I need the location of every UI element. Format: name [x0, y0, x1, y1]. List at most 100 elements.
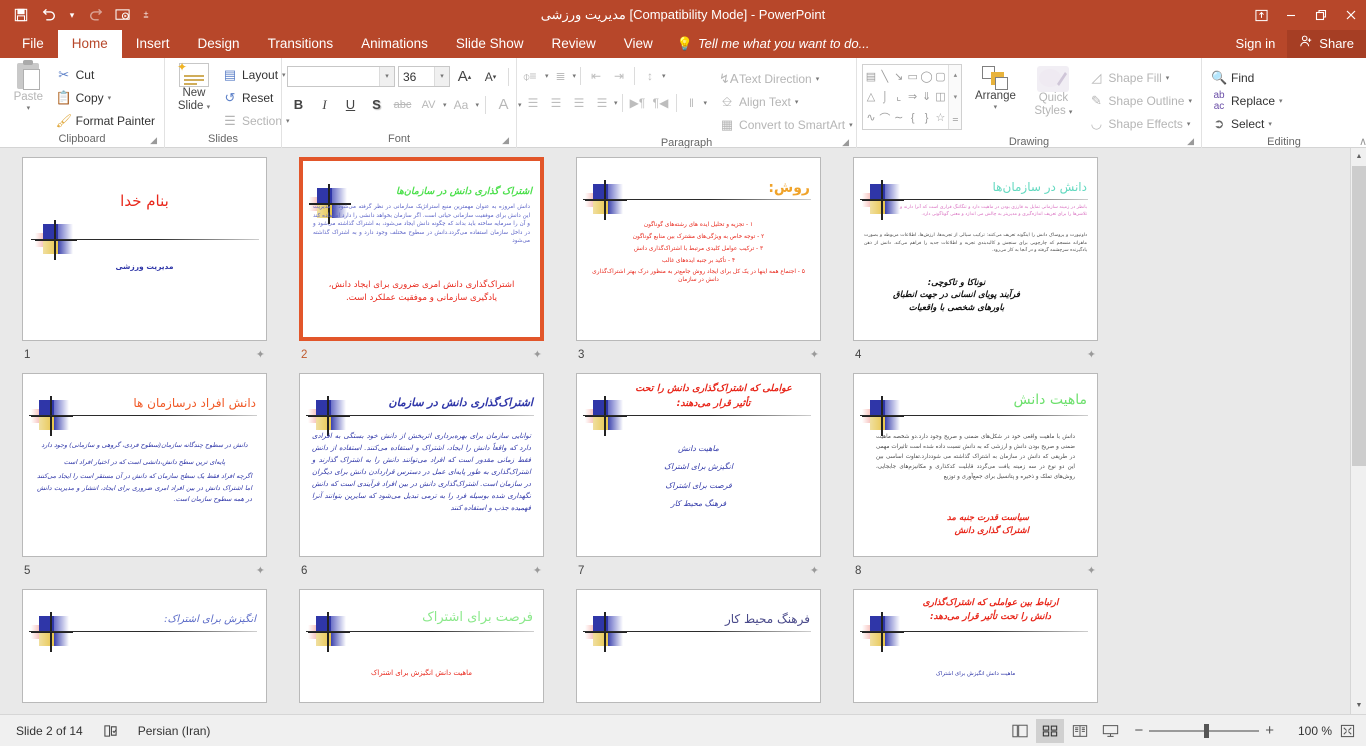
shape-fill-dropdown-icon[interactable]: ▾ — [1166, 74, 1170, 82]
cut-button[interactable]: ✂ Cut — [52, 63, 159, 86]
justify-button[interactable]: ☰ — [591, 92, 613, 114]
find-button[interactable]: 🔍 Find — [1207, 66, 1287, 89]
quick-access-toolbar[interactable]: ▾ ⩲ — [0, 3, 154, 27]
slide-sorter-pane[interactable]: بنام خدا مدیریت ورزشی 1 ✦ اشتراک گذاری د… — [0, 148, 1366, 714]
underline-button[interactable]: U — [339, 93, 362, 116]
convert-to-smartart-button[interactable]: ▦ Convert to SmartArt ▾ — [715, 113, 857, 136]
slide-cell-12[interactable]: ارتباط بین عواملی که اشتراک‌گذاری دانش ر… — [853, 589, 1098, 703]
font-name-dropdown-icon[interactable]: ▾ — [379, 67, 394, 86]
redo-icon[interactable] — [82, 3, 108, 27]
slide-cell-1[interactable]: بنام خدا مدیریت ورزشی 1 ✦ — [22, 157, 267, 365]
change-case-button[interactable]: Aa — [450, 93, 473, 116]
columns-button[interactable]: ‖ — [681, 92, 703, 114]
shape-effects-dropdown-icon[interactable]: ▾ — [1187, 120, 1191, 128]
character-spacing-button[interactable]: AV — [417, 93, 440, 116]
shape-outline-dropdown-icon[interactable]: ▾ — [1188, 97, 1192, 105]
increase-font-size-button[interactable]: A▴ — [453, 65, 476, 88]
drawing-dialog-launcher[interactable]: ◢ — [1187, 134, 1194, 148]
window-controls[interactable] — [1246, 0, 1366, 30]
line-spacing-dropdown-icon[interactable]: ▾ — [662, 72, 666, 80]
align-center-button[interactable]: ☰ — [545, 92, 567, 114]
tab-home[interactable]: Home — [58, 30, 122, 58]
tab-design[interactable]: Design — [184, 30, 254, 58]
tell-me-box[interactable]: 💡 Tell me what you want to do... — [667, 30, 880, 58]
numbering-dropdown-icon[interactable]: ▾ — [573, 72, 577, 80]
shape-line-icon[interactable]: ╲ — [878, 66, 892, 87]
undo-dropdown-icon[interactable]: ▾ — [64, 3, 80, 27]
fit-to-window-button[interactable] — [1334, 719, 1360, 743]
shape-star-icon[interactable]: ☆ — [934, 107, 948, 128]
bold-button[interactable]: B — [287, 93, 310, 116]
slide-cell-7[interactable]: عواملی که اشتراک‌گذاری دانش را تحت تأثیر… — [576, 373, 821, 581]
zoom-in-button[interactable]: + — [1265, 722, 1274, 739]
slide-4-animation-icon[interactable]: ✦ — [1087, 348, 1096, 361]
scrollbar-thumb[interactable] — [1352, 166, 1366, 466]
customize-qat-icon[interactable]: ⩲ — [138, 3, 154, 27]
share-button[interactable]: Share — [1287, 30, 1366, 58]
zoom-slider[interactable]: − + — [1126, 722, 1282, 739]
shape-elbow-arrow-icon[interactable]: ⌞ — [892, 87, 906, 108]
align-text-button[interactable]: ⎒ Align Text ▾ — [715, 90, 857, 113]
collapse-ribbon-button[interactable]: ∧ — [1359, 135, 1366, 149]
slide-2-animation-icon[interactable]: ✦ — [533, 348, 542, 361]
shape-right-arrow-icon[interactable]: ⇒ — [906, 87, 920, 108]
tab-animations[interactable]: Animations — [347, 30, 442, 58]
increase-indent-button[interactable]: ⇥ — [608, 65, 630, 87]
slide-sorter-view-button[interactable] — [1036, 719, 1064, 743]
shape-effects-button[interactable]: ◡ Shape Effects ▾ — [1084, 112, 1196, 135]
format-painter-button[interactable]: 🖌 Format Painter — [52, 109, 159, 132]
copy-button[interactable]: 📋 Copy ▾ — [52, 86, 159, 109]
font-name-combo[interactable]: ▾ — [287, 66, 395, 87]
shape-triangle-icon[interactable]: △ — [864, 87, 878, 108]
shapes-gallery[interactable]: ▤ ╲ ↘ ▭ ◯ ▢ △ ⌡ ⌞ ⇒ ⇓ ◫ ∿ ⌒ ∼ { } — [862, 64, 962, 130]
decrease-indent-button[interactable]: ⇤ — [585, 65, 607, 87]
arrange-button[interactable]: Arrange ▾ — [968, 64, 1022, 113]
shape-elbow-connector-icon[interactable]: ⌡ — [878, 87, 892, 108]
slide-show-button[interactable] — [1096, 719, 1124, 743]
bullets-dropdown-icon[interactable]: ▾ — [545, 72, 549, 80]
tab-review[interactable]: Review — [537, 30, 609, 58]
minimize-button[interactable] — [1276, 0, 1306, 30]
slide-1-animation-icon[interactable]: ✦ — [256, 348, 265, 361]
slide-thumbnail-12[interactable]: ارتباط بین عواملی که اشتراک‌گذاری دانش ر… — [853, 589, 1098, 703]
restore-button[interactable] — [1306, 0, 1336, 30]
close-button[interactable] — [1336, 0, 1366, 30]
sorter-vertical-scrollbar[interactable]: ▲ ▼ — [1350, 148, 1366, 714]
slide-3-animation-icon[interactable]: ✦ — [810, 348, 819, 361]
slide-thumbnail-8[interactable]: ماهیت دانش دانش با ماهیت واقعی خود در شک… — [853, 373, 1098, 557]
change-case-dropdown-icon[interactable]: ▾ — [476, 101, 480, 109]
slide-cell-11[interactable]: فرهنگ محیط کار — [576, 589, 821, 703]
numbering-button[interactable]: ≣ — [550, 65, 572, 87]
line-spacing-button[interactable]: ↕ — [639, 65, 661, 87]
zoom-handle[interactable] — [1204, 724, 1209, 738]
shape-arc-icon[interactable]: ⌒ — [878, 107, 892, 128]
shape-left-brace-icon[interactable]: { — [906, 107, 920, 128]
justify-dropdown-icon[interactable]: ▾ — [614, 99, 618, 107]
reading-view-button[interactable] — [1066, 719, 1094, 743]
replace-dropdown-icon[interactable]: ▾ — [1279, 97, 1283, 105]
slide-thumbnail-4[interactable]: دانش در سازمان‌ها بانظر در زمینه سازمانی… — [853, 157, 1098, 341]
slide-thumbnail-9[interactable]: انگیزش برای اشتراک: — [22, 589, 267, 703]
copy-dropdown-icon[interactable]: ▾ — [108, 94, 112, 102]
normal-view-button[interactable] — [1006, 719, 1034, 743]
text-direction-dropdown-icon[interactable]: ▾ — [816, 75, 820, 83]
slide-7-animation-icon[interactable]: ✦ — [810, 564, 819, 577]
slide-thumbnail-1[interactable]: بنام خدا مدیریت ورزشی — [22, 157, 267, 341]
tab-transitions[interactable]: Transitions — [254, 30, 348, 58]
ribbon-display-options-icon[interactable] — [1246, 0, 1276, 30]
ribbon-tab-strip[interactable]: File Home Insert Design Transitions Anim… — [0, 30, 1366, 58]
clipboard-dialog-launcher[interactable]: ◢ — [150, 133, 157, 147]
font-dialog-launcher[interactable]: ◢ — [502, 133, 509, 147]
slide-thumbnail-10[interactable]: فرصت برای اشتراک ماهیت دانش انگیزش برای … — [299, 589, 544, 703]
font-size-dropdown-icon[interactable]: ▾ — [434, 67, 449, 86]
slide-cell-5[interactable]: دانش افراد درسازمان ها دانش در سطوح چندگ… — [22, 373, 267, 581]
ltr-direction-button[interactable]: ▶¶ — [627, 92, 649, 114]
shape-oval-icon[interactable]: ◯ — [920, 66, 934, 87]
new-slide-button[interactable]: ✦ New Slide ▾ — [170, 61, 218, 116]
scroll-down-icon[interactable]: ▼ — [1351, 697, 1366, 714]
font-size-combo[interactable]: 36 ▾ — [398, 66, 450, 87]
shapes-scroll-up-icon[interactable]: ▴ — [949, 65, 961, 85]
shapes-gallery-scrollbar[interactable]: ▴ ▾ ⚌ — [948, 65, 961, 129]
sign-in-button[interactable]: Sign in — [1224, 30, 1288, 58]
slide-cell-4[interactable]: دانش در سازمان‌ها بانظر در زمینه سازمانی… — [853, 157, 1098, 365]
